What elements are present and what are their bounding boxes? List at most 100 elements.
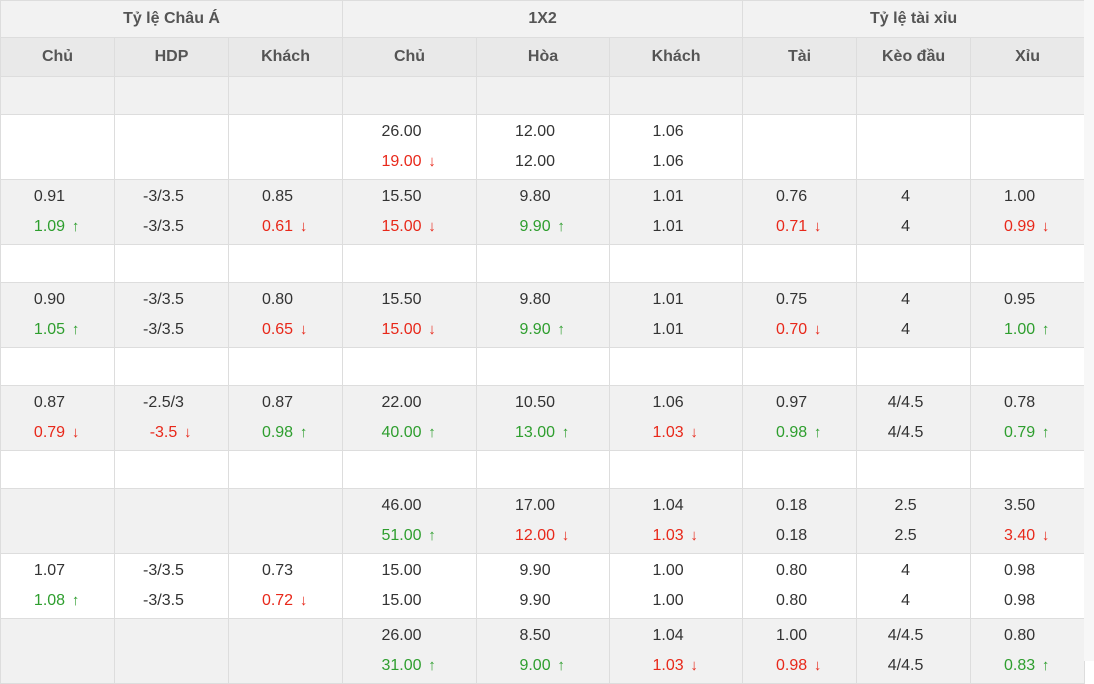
odds-row: 26.00 31.00 ↑ 8.50 9.00 ↑ 1.04 1.03 ↓ 1.00 0.98 ↓ 4/… [0,618,1086,684]
odds-value: 0.91 [33,188,66,205]
current-odds: 1.09 ↑ [1,212,114,242]
odds-value: 1.04 [652,627,684,644]
odds-value: 4/4.5 [887,627,924,644]
arrow-down-icon: ↓ [71,424,80,441]
odds-cell [114,618,229,684]
arrow-up-icon: ↑ [71,218,80,235]
odds-cell: 0.95 1.00 ↑ [970,282,1086,348]
odds-value: 4 [901,291,911,308]
current-odds: 0.72 ↓ [229,586,342,616]
odds-value: 0.65 [261,321,294,338]
current-odds: 0.98 ↓ [743,651,856,681]
current-odds: 0.79 ↓ [1,418,114,448]
col-header-hdp: HDP [114,37,229,77]
spacer-row [0,76,1086,115]
odds-cell: -2.5/3 -3.5 ↓ [114,385,229,451]
odds-cell: 9.90 9.90 [476,553,611,619]
odds-cell: 15.50 15.00 ↓ [342,179,478,245]
odds-cell [970,244,1086,283]
odds-cell [227,450,344,489]
opening-odds: 0.80 [229,285,342,315]
odds-cell: 3.50 3.40 ↓ [970,488,1086,554]
odds-cell: 1.06 1.03 ↓ [609,385,744,451]
current-odds: 0.65 ↓ [229,315,342,345]
odds-cell: 8.50 9.00 ↑ [476,618,611,684]
opening-odds: 1.01 [610,182,742,212]
current-odds: 1.00 [610,586,742,616]
odds-value: -3/3.5 [143,188,184,205]
opening-odds: 1.06 [610,388,742,418]
odds-value: 9.90 [519,218,551,235]
opening-odds: 0.95 [971,285,1084,315]
odds-cell [0,618,115,684]
arrow-up-icon: ↑ [299,424,308,441]
odds-value: 1.01 [652,188,684,205]
opening-odds: 15.50 [343,182,476,212]
odds-value: 0.90 [33,291,66,308]
odds-cell [742,244,858,283]
opening-odds: 0.91 [1,182,114,212]
odds-cell: 10.50 13.00 ↑ [476,385,611,451]
odds-value: 0.98 [1004,592,1036,609]
odds-value: 0.80 [775,562,808,579]
odds-value: 1.03 [652,424,684,441]
opening-odds: 0.85 [229,182,342,212]
opening-odds: 22.00 [343,388,476,418]
odds-value: 2.5 [894,497,917,514]
opening-odds: 1.07 [1,556,114,586]
col-header-1x2-draw: Hòa [476,37,611,77]
odds-cell: 1.04 1.03 ↓ [609,488,744,554]
col-header-1x2-home: Chủ [342,37,478,77]
odds-value: 0.85 [261,188,294,205]
opening-odds: 17.00 [477,491,609,521]
odds-cell [114,488,229,554]
odds-cell: 1.07 1.08 ↑ [0,553,115,619]
odds-row: 0.87 0.79 ↓ -2.5/3 -3.5 ↓ 0.87 0.98 ↑ 22.00 40.00 ↑… [0,385,1086,451]
odds-cell [227,244,344,283]
odds-cell [342,347,478,386]
odds-cell: 15.00 15.00 [342,553,478,619]
odds-value: 1.00 [1004,321,1036,338]
odds-cell: 1.00 0.98 ↓ [742,618,858,684]
current-odds: 0.79 ↑ [971,418,1084,448]
odds-cell [342,76,478,115]
odds-cell: 44 [856,282,972,348]
opening-odds: 15.50 [343,285,476,315]
arrow-up-icon: ↑ [813,424,822,441]
odds-cell: -3/3.5 -3/3.5 [114,282,229,348]
group-asian-handicap: Tỷ lệ Châu Á [0,0,344,38]
odds-value: 26.00 [381,627,422,644]
odds-cell: 4/4.5 4/4.5 [856,385,972,451]
odds-value: 31.00 [381,657,422,674]
odds-value: 3.40 [1004,527,1036,544]
odds-value: 0.98 [261,424,294,441]
odds-cell: 12.00 12.00 [476,114,611,180]
odds-cell [609,76,744,115]
opening-odds: 1.00 [743,621,856,651]
odds-row: 0.90 1.05 ↑ -3/3.5 -3/3.5 0.80 0.65 ↓ 15.50 15.00… [0,282,1086,348]
odds-value: 4/4.5 [887,424,924,441]
odds-value: 0.75 [775,291,808,308]
odds-cell [114,244,229,283]
current-odds: 1.06 [610,147,742,177]
odds-body: 26.00 19.00 ↓ 12.00 12.00 1.06 1.06 0.91 1.09 ↑ -3… [0,76,1086,684]
col-header-home: Chủ [0,37,115,77]
current-odds: 4 [857,212,970,242]
odds-cell [742,114,858,180]
opening-odds: 9.90 [477,556,609,586]
current-odds: 1.08 ↑ [1,586,114,616]
arrow-down-icon: ↓ [690,527,698,544]
odds-value: 46.00 [381,497,422,514]
odds-cell [609,450,744,489]
odds-value: 9.80 [519,188,551,205]
odds-cell [0,76,115,115]
odds-cell [0,244,115,283]
arrow-down-icon: ↓ [184,424,192,441]
odds-value: 0.97 [775,394,808,411]
odds-value: 0.18 [775,527,808,544]
current-odds: 9.90 ↑ [477,212,609,242]
odds-value: 1.06 [652,394,684,411]
current-odds: 15.00 ↓ [343,315,476,345]
odds-cell: 44 [856,179,972,245]
opening-odds: 0.73 [229,556,342,586]
